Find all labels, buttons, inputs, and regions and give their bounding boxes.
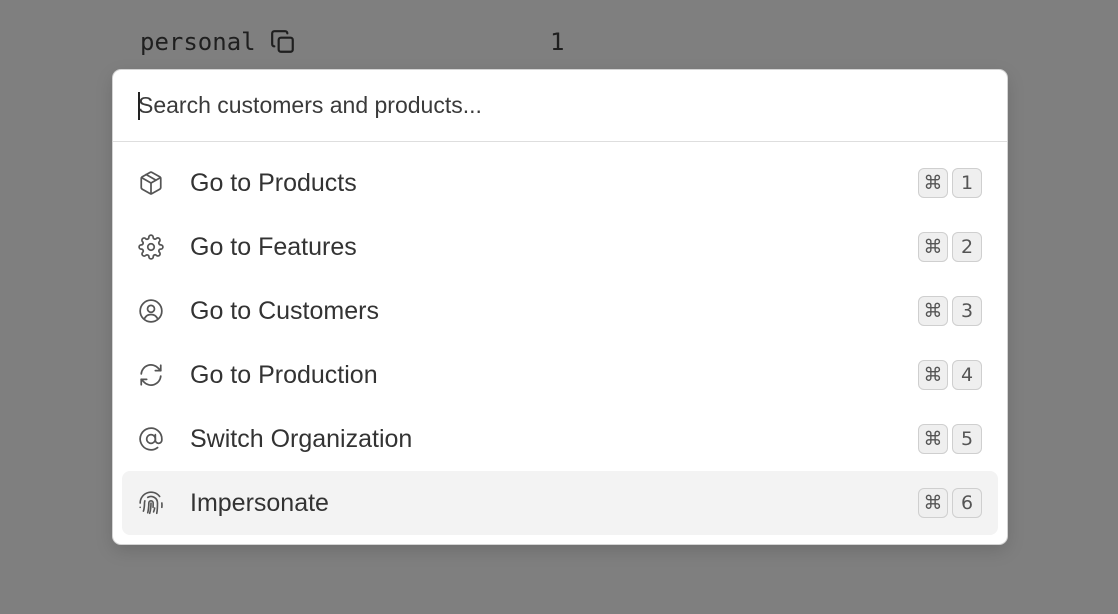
number-key: 3 xyxy=(952,296,982,326)
number-key: 2 xyxy=(952,232,982,262)
number-key: 6 xyxy=(952,488,982,518)
command-item-label: Switch Organization xyxy=(190,424,413,453)
command-item-label: Go to Production xyxy=(190,360,378,389)
command-item-label: Go to Products xyxy=(190,168,357,197)
command-item-label: Go to Features xyxy=(190,232,357,261)
command-item-production[interactable]: Go to Production ⌘ 4 xyxy=(122,343,998,407)
command-key: ⌘ xyxy=(918,424,948,454)
command-item-products[interactable]: Go to Products ⌘ 1 xyxy=(122,151,998,215)
command-item-label: Impersonate xyxy=(190,488,329,517)
command-key: ⌘ xyxy=(918,232,948,262)
command-key: ⌘ xyxy=(918,168,948,198)
command-key: ⌘ xyxy=(918,296,948,326)
box-icon xyxy=(137,169,165,197)
command-item-impersonate[interactable]: Impersonate ⌘ 6 xyxy=(122,471,998,535)
keyboard-shortcut: ⌘ 5 xyxy=(918,424,982,454)
fingerprint-icon xyxy=(137,489,165,517)
keyboard-shortcut: ⌘ 2 xyxy=(918,232,982,262)
gear-icon xyxy=(137,233,165,261)
at-sign-icon xyxy=(137,425,165,453)
user-circle-icon xyxy=(137,297,165,325)
command-item-customers[interactable]: Go to Customers ⌘ 3 xyxy=(122,279,998,343)
keyboard-shortcut: ⌘ 6 xyxy=(918,488,982,518)
command-key: ⌘ xyxy=(918,360,948,390)
keyboard-shortcut: ⌘ 4 xyxy=(918,360,982,390)
number-key: 5 xyxy=(952,424,982,454)
background-label: personal xyxy=(140,28,256,56)
number-key: 1 xyxy=(952,168,982,198)
command-key: ⌘ xyxy=(918,488,948,518)
command-list: Go to Products ⌘ 1 Go to Features ⌘ 2 Go… xyxy=(113,142,1007,535)
keyboard-shortcut: ⌘ 1 xyxy=(918,168,982,198)
background-row: personal 1 xyxy=(140,24,600,60)
command-item-switch-organization[interactable]: Switch Organization ⌘ 5 xyxy=(122,407,998,471)
text-caret xyxy=(138,91,140,120)
command-item-label: Go to Customers xyxy=(190,296,379,325)
background-value: 1 xyxy=(550,28,565,56)
search-bar xyxy=(113,70,1007,142)
number-key: 4 xyxy=(952,360,982,390)
command-palette: Go to Products ⌘ 1 Go to Features ⌘ 2 xyxy=(113,70,1007,544)
command-item-features[interactable]: Go to Features ⌘ 2 xyxy=(122,215,998,279)
copy-icon[interactable] xyxy=(270,29,296,55)
keyboard-shortcut: ⌘ 3 xyxy=(918,296,982,326)
refresh-icon xyxy=(137,361,165,389)
search-input[interactable] xyxy=(138,92,938,119)
